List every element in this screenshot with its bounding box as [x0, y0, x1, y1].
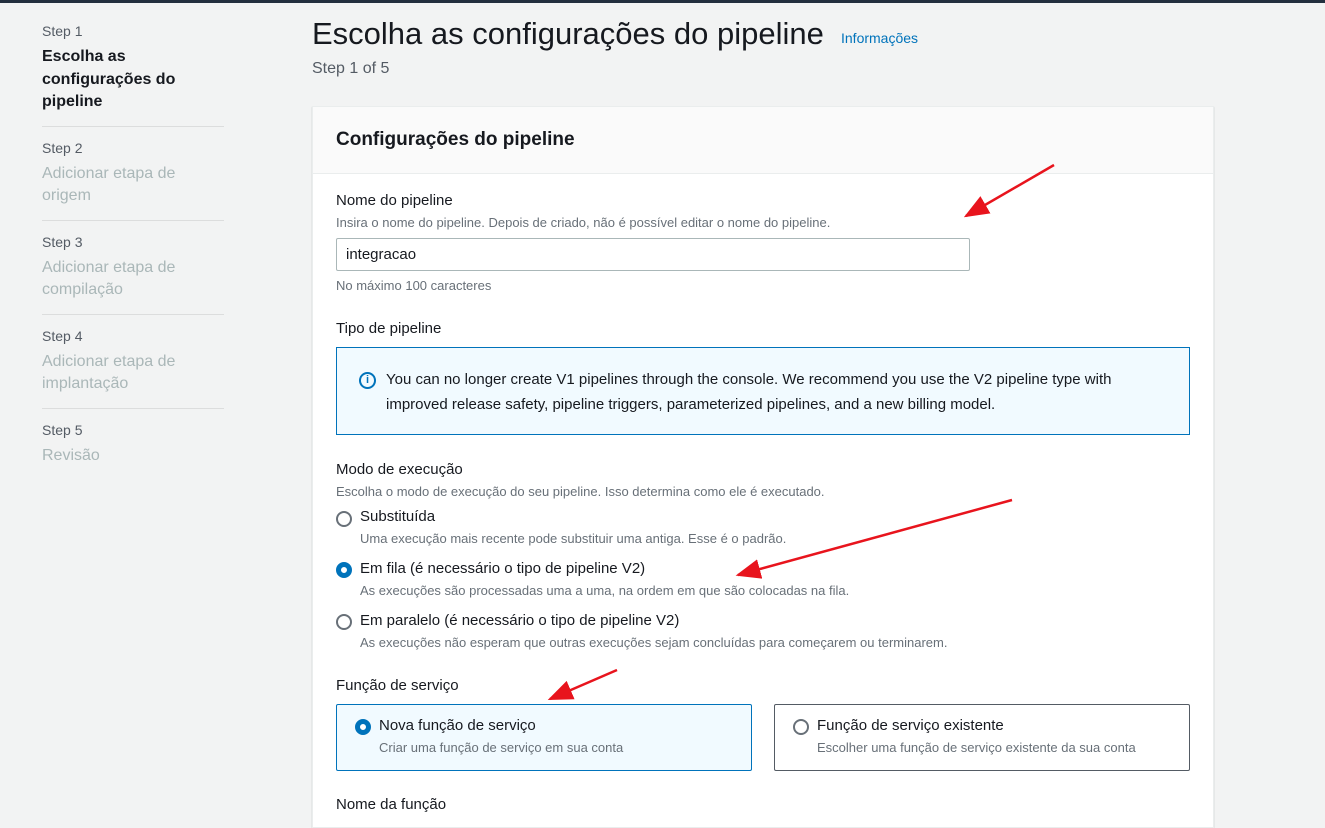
step-number: Step 4 — [42, 327, 83, 344]
page-title: Escolha as configurações do pipeline — [312, 16, 824, 51]
info-icon: i — [359, 372, 376, 389]
radio-parallel-label[interactable]: Em paralelo (é necessário o tipo de pipe… — [360, 612, 679, 629]
new-service-role-tile[interactable]: Nova função de serviço Criar uma função … — [336, 704, 752, 771]
service-role-label: Função de serviço — [336, 677, 459, 694]
step-title: Escolha as configurações do pipeline — [42, 48, 176, 110]
step-title: Adicionar etapa de compilação — [42, 258, 176, 299]
wizard-step-5: Step 5 Revisão — [42, 417, 224, 480]
existing-service-role-description: Escolher uma função de serviço existente… — [817, 740, 1136, 755]
panel-header: Configurações do pipeline — [313, 107, 1213, 174]
new-service-role-label: Nova função de serviço — [379, 717, 536, 734]
wizard-step-1[interactable]: Step 1 Escolha as configurações do pipel… — [42, 18, 224, 127]
radio-queued-description: As execuções são processadas uma a uma, … — [360, 583, 850, 598]
radio-parallel-description: As execuções não esperam que outras exec… — [360, 635, 948, 650]
wizard-step-2: Step 2 Adicionar etapa de origem — [42, 135, 224, 221]
execution-mode-description: Escolha o modo de execução do seu pipeli… — [336, 484, 825, 499]
new-service-role-description: Criar uma função de serviço em sua conta — [379, 740, 624, 755]
radio-parallel[interactable] — [336, 614, 352, 630]
pipeline-settings-panel: Configurações do pipeline Nome do pipeli… — [312, 106, 1214, 828]
wizard-step-3: Step 3 Adicionar etapa de compilação — [42, 229, 224, 315]
radio-queued-label[interactable]: Em fila (é necessário o tipo de pipeline… — [360, 560, 645, 577]
step-title: Revisão — [42, 446, 100, 464]
panel-title: Configurações do pipeline — [336, 129, 575, 150]
radio-superseded-label[interactable]: Substituída — [360, 508, 435, 525]
step-number: Step 1 — [42, 23, 83, 39]
pipeline-name-description: Insira o nome do pipeline. Depois de cri… — [336, 215, 831, 230]
info-link[interactable]: Informações — [841, 30, 918, 46]
pipeline-type-info-alert: i You can no longer create V1 pipelines … — [336, 347, 1190, 435]
step-number: Step 2 — [42, 139, 83, 156]
wizard-step-4: Step 4 Adicionar etapa de implantação — [42, 323, 224, 409]
radio-queued[interactable] — [336, 562, 352, 578]
step-indicator: Step 1 of 5 — [312, 60, 390, 77]
info-alert-text: You can no longer create V1 pipelines th… — [386, 371, 1112, 413]
top-bar — [0, 0, 1325, 3]
radio-superseded-description: Uma execução mais recente pode substitui… — [360, 531, 787, 546]
pipeline-type-label: Tipo de pipeline — [336, 320, 442, 337]
existing-service-role-tile[interactable]: Função de serviço existente Escolher uma… — [774, 704, 1190, 771]
step-number: Step 5 — [42, 421, 83, 438]
radio-new-service-role[interactable] — [355, 719, 371, 735]
radio-existing-service-role[interactable] — [793, 719, 809, 735]
radio-superseded[interactable] — [336, 511, 352, 527]
step-number: Step 3 — [42, 233, 83, 250]
role-name-label: Nome da função — [336, 796, 447, 813]
pipeline-name-constraint: No máximo 100 caracteres — [336, 278, 492, 293]
execution-mode-label: Modo de execução — [336, 461, 463, 478]
step-title: Adicionar etapa de implantação — [42, 352, 176, 393]
wizard-steps-nav: Step 1 Escolha as configurações do pipel… — [42, 18, 224, 487]
pipeline-name-input[interactable] — [336, 238, 970, 271]
step-title: Adicionar etapa de origem — [42, 164, 176, 205]
existing-service-role-label: Função de serviço existente — [817, 717, 1004, 734]
pipeline-name-label: Nome do pipeline — [336, 192, 453, 209]
